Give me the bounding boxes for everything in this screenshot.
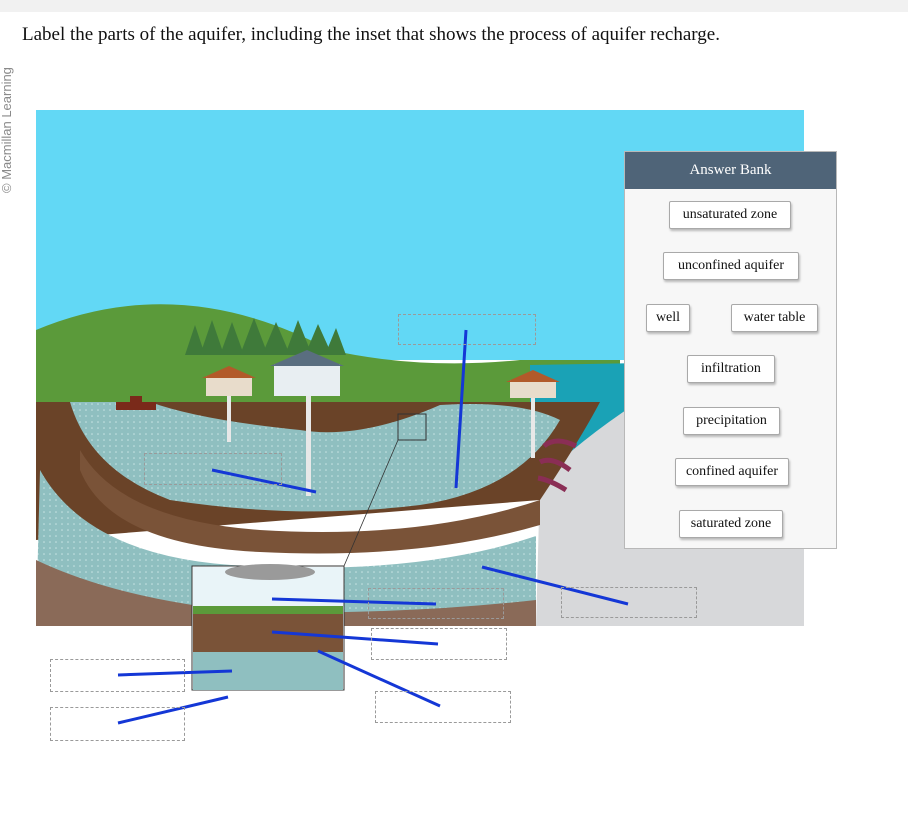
answer-chip-precipitation[interactable]: precipitation: [683, 407, 780, 435]
drop-target-4[interactable]: [561, 587, 697, 618]
drop-target-3[interactable]: [368, 588, 504, 619]
drop-target-5[interactable]: [371, 628, 507, 660]
answer-chip-saturated-zone[interactable]: saturated zone: [679, 510, 783, 538]
answer-chip-unconfined-aquifer[interactable]: unconfined aquifer: [663, 252, 799, 280]
drop-target-6[interactable]: [50, 659, 185, 692]
well-pipe-3: [531, 398, 535, 458]
well-pipe-1: [227, 396, 231, 442]
drop-target-7[interactable]: [375, 691, 511, 723]
answer-chip-confined-aquifer[interactable]: confined aquifer: [675, 458, 789, 486]
answer-chip-infiltration[interactable]: infiltration: [687, 355, 775, 383]
answer-bank-title: Answer Bank: [625, 152, 836, 189]
answer-bank: Answer Bank unsaturated zone unconfined …: [624, 151, 837, 549]
answer-chip-water-table[interactable]: water table: [731, 304, 818, 332]
drop-target-2[interactable]: [144, 453, 282, 485]
drop-target-8[interactable]: [50, 707, 185, 741]
answer-chip-well[interactable]: well: [646, 304, 690, 332]
drop-target-1[interactable]: [398, 314, 536, 345]
answer-chip-unsaturated-zone[interactable]: unsaturated zone: [669, 201, 791, 229]
well-pipe-2: [306, 396, 311, 496]
